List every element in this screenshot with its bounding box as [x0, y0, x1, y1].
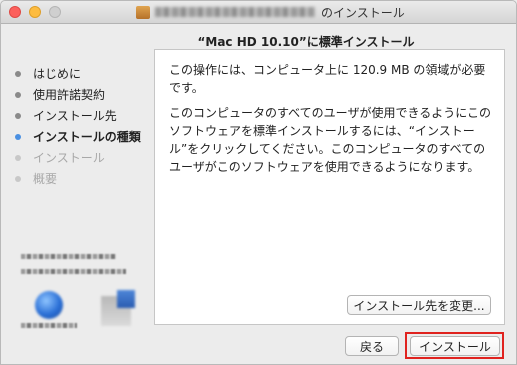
step-license: 使用許諾契約 [15, 84, 150, 105]
step-summary: 概要 [15, 168, 150, 189]
step-destination: インストール先 [15, 105, 150, 126]
minimize-button[interactable] [29, 6, 41, 18]
window-title: のインストール [321, 5, 405, 20]
package-icon [136, 5, 150, 19]
globe-icon [35, 291, 63, 319]
content-panel: この操作には、コンピュータ上に 120.9 MB の領域が必要です。 このコンピ… [154, 49, 505, 325]
back-button[interactable]: 戻る [345, 336, 399, 356]
step-bullet-icon [15, 133, 21, 140]
blurred-vendor-line [21, 254, 116, 259]
step-installation: インストール [15, 147, 150, 168]
step-label: インストール [33, 151, 105, 165]
step-label: 概要 [33, 172, 58, 186]
installer-window: のインストール “Mac HD 10.10”に標準インストール はじめに 使用許… [0, 0, 517, 365]
space-required-text: この操作には、コンピュータ上に 120.9 MB の領域が必要です。 [169, 63, 486, 95]
close-button[interactable] [9, 6, 21, 18]
step-bullet-icon [15, 91, 21, 98]
install-description-text: このコンピュータのすべてのユーザが使用できるようにこのソフトウェアを標準インスト… [169, 106, 491, 174]
step-label: 使用許諾契約 [33, 88, 106, 102]
step-introduction: はじめに [15, 63, 150, 84]
step-bullet-icon [15, 154, 21, 161]
steps-sidebar: はじめに 使用許諾契約 インストール先 インストールの種類 インストール 概要 [15, 63, 150, 189]
step-bullet-icon [15, 70, 21, 77]
install-button[interactable]: インストール [410, 336, 500, 356]
step-label: インストール先 [33, 109, 117, 123]
installer-box-icon [101, 290, 135, 326]
title-bar: のインストール [1, 1, 516, 24]
page-subtitle: “Mac HD 10.10”に標準インストール [197, 35, 415, 49]
window-title-group: のインストール [136, 4, 405, 20]
blurred-caption [21, 323, 77, 328]
step-label: はじめに [33, 67, 82, 81]
step-installation-type: インストールの種類 [15, 126, 150, 147]
step-bullet-icon [15, 175, 21, 182]
step-label: インストールの種類 [33, 130, 141, 144]
blurred-package-name [155, 7, 315, 17]
blurred-vendor-line [21, 269, 126, 274]
zoom-button[interactable] [49, 6, 61, 18]
change-install-location-button[interactable]: インストール先を変更... [347, 295, 491, 315]
step-bullet-icon [15, 112, 21, 119]
